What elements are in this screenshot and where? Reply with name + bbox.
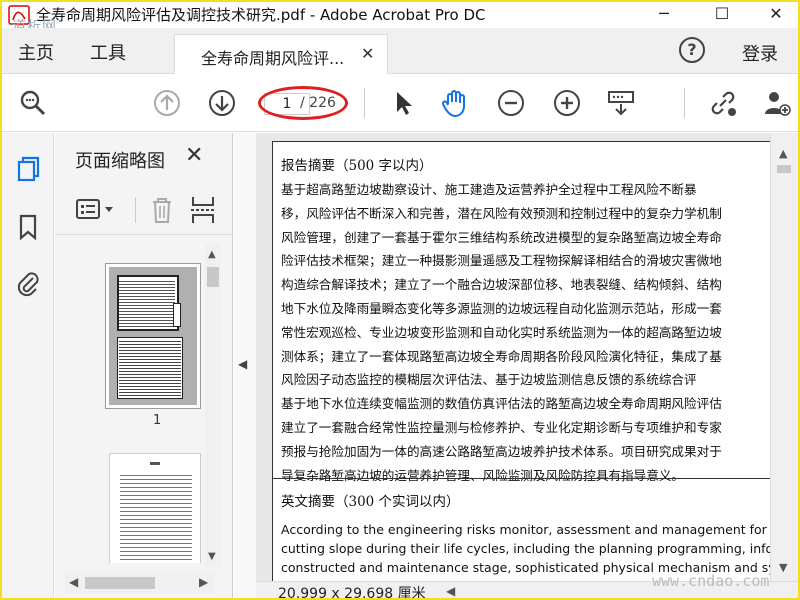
section-divider <box>273 478 770 479</box>
text-line: 险评估技术框架；建立一种摄影测量遥感及工程物探解译相结合的滑坡灾害微地 <box>281 253 722 269</box>
panel-title: 页面缩略图 <box>75 151 165 172</box>
close-window-button[interactable]: ✕ <box>756 2 796 28</box>
toolbar: 1 / 226 <box>2 74 798 132</box>
en-abstract-body: According to the engineering risks monit… <box>281 520 770 577</box>
doc-scroll-up-icon[interactable]: ▲ <box>779 147 787 160</box>
zoom-out-icon[interactable] <box>496 88 526 118</box>
page-size-readout: 20.999 x 29.698 厘米 <box>278 586 426 600</box>
document-view[interactable]: 报告摘要（500 字以内） 基于超高路堑边坡勘察设计、施工建造及运营养护全过程中… <box>256 133 770 581</box>
text-line: 地下水位及降雨量瞬态变化等多源监测的边坡远程自动化监测示范站，形成一套 <box>281 300 722 316</box>
scroll-left-arrow-icon[interactable]: ◀ <box>69 575 78 589</box>
text-line: 基于地下水位连续变幅监测的数值仿真评估法的路堑高边坡全寿命周期风险评估 <box>281 396 722 412</box>
thumbnail-list: 1 <box>55 263 205 563</box>
thumbnail-page-number: 1 <box>153 413 162 428</box>
zoom-search-icon[interactable] <box>18 88 48 118</box>
toolbar-divider <box>364 88 365 118</box>
share-link-icon[interactable] <box>708 88 738 118</box>
help-icon[interactable]: ? <box>679 37 705 63</box>
page-thumbnail-1[interactable] <box>105 263 201 409</box>
scroll-right-arrow-icon[interactable]: ▶ <box>199 575 208 589</box>
status-scroll-left-icon[interactable]: ◀ <box>446 584 455 598</box>
tab-close-icon[interactable]: ✕ <box>361 44 374 63</box>
text-line: 基于超高路堑边坡勘察设计、施工建造及运营养护全过程中工程风险不断暴 <box>281 182 697 197</box>
insert-page-icon[interactable] <box>189 195 217 225</box>
scroll-down-arrow-icon[interactable]: ▼ <box>208 551 216 562</box>
thumbnail-vertical-scrollbar[interactable]: ▲ ▼ <box>205 245 221 567</box>
cn-abstract-heading: 报告摘要（500 字以内） <box>281 158 433 174</box>
thumbnails-panel: 页面缩略图 ✕ 1 ▲ ▼ ◀ ▶ <box>55 133 233 598</box>
zoom-in-icon[interactable] <box>552 88 582 118</box>
text-line: 构造综合解译技术；建立了一个融合边坡深部位移、地表裂缝、结构倾斜、结构 <box>281 277 722 293</box>
scroll-up-arrow-icon[interactable]: ▲ <box>208 249 216 260</box>
add-user-icon[interactable] <box>762 88 792 118</box>
text-line: 移，风险评估不断深入和完善，潜在风险有效预测和控制过程中的复杂力学机制 <box>281 205 722 221</box>
app-window: 全寿命周期风险评估及调控技术研究.pdf - Adobe Acrobat Pro… <box>0 0 800 600</box>
hand-tool-icon[interactable] <box>440 88 470 118</box>
window-title: 全寿命周期风险评估及调控技术研究.pdf - Adobe Acrobat Pro… <box>36 6 486 24</box>
text-line: 预报与抢险加固为一体的高速公路路堑高边坡养护技术体系。项目研究成果对于 <box>281 443 722 459</box>
text-line: 测体系；建立了一套体现路堑高边坡全寿命周期各阶段风险演化特征，集成了基 <box>281 348 722 364</box>
delete-page-icon[interactable] <box>149 195 175 225</box>
text-line: According to the engineering risks monit… <box>281 522 770 537</box>
horizontal-scroll-thumb[interactable] <box>85 577 155 589</box>
collapse-arrow-icon[interactable]: ◀ <box>238 357 247 371</box>
thumbnail-scroll-thumb[interactable] <box>207 267 219 287</box>
page-display-icon[interactable] <box>606 88 636 118</box>
panel-close-icon[interactable]: ✕ <box>185 143 203 168</box>
bookmark-icon[interactable] <box>14 213 42 241</box>
login-button[interactable]: 登录 <box>742 40 778 66</box>
panel-toolbar-divider <box>135 197 136 223</box>
page-thumbnail-2[interactable] <box>109 453 201 563</box>
minimize-button[interactable]: ─ <box>644 2 684 28</box>
panel-collapse-handle[interactable]: ◀ <box>234 133 256 598</box>
document-tab-label: 全寿命周期风险评... <box>201 49 345 68</box>
text-line: cutting slope during their life cycles, … <box>281 541 770 556</box>
en-abstract-heading: 英文摘要（300 个实词以内） <box>281 494 460 510</box>
home-menu[interactable]: 主页 <box>18 39 54 65</box>
previous-page-icon[interactable] <box>152 88 182 118</box>
select-pointer-icon[interactable] <box>388 88 418 118</box>
text-line: 风险因子动态监控的模糊层次评估法、基于边坡监测信息反馈的系统综合评 <box>281 372 697 388</box>
next-page-icon[interactable] <box>207 88 237 118</box>
red-annotation-ellipse <box>258 86 348 120</box>
maximize-button[interactable]: ☐ <box>702 2 742 28</box>
pdf-page: 报告摘要（500 字以内） 基于超高路堑边坡勘察设计、施工建造及运营养护全过程中… <box>272 141 770 581</box>
panel-toolbar <box>55 185 233 235</box>
thumbnail-preview <box>109 267 197 405</box>
title-bar: 全寿命周期风险评估及调控技术研究.pdf - Adobe Acrobat Pro… <box>2 2 798 35</box>
attachment-icon[interactable] <box>14 269 42 297</box>
watermark-bottom-right: www.cndao.com <box>652 572 770 590</box>
text-line: 风险管理，创建了一套基于霍尔三维结构系统改进模型的复杂路堑高边坡全寿命 <box>281 229 722 245</box>
tools-menu[interactable]: 工具 <box>90 39 126 65</box>
text-line: 导复杂路堑高边坡的运营养护管理、风险监测及风险防控具有指导意义。 <box>281 467 684 483</box>
doc-scroll-down-icon[interactable]: ▼ <box>779 561 787 574</box>
toolbar-divider-2 <box>684 88 685 118</box>
document-tab[interactable]: 全寿命周期风险评... ✕ <box>174 34 388 74</box>
document-vertical-scrollbar[interactable]: ▲ ▼ <box>770 133 798 581</box>
page-thumbnails-icon[interactable] <box>14 155 42 183</box>
thumbnail-options-icon[interactable] <box>75 197 119 223</box>
text-line: 常性宏观巡检、专业边坡变形监测和自动化实时系统监测为一体的超高路堑边坡 <box>281 324 722 340</box>
thumbnail-horizontal-scrollbar[interactable]: ◀ ▶ <box>65 573 215 593</box>
cn-abstract-body: 基于超高路堑边坡勘察设计、施工建造及运营养护全过程中工程风险不断暴 移，风险评估… <box>281 178 770 487</box>
left-navigation-rail <box>2 133 54 598</box>
menu-tab-bar: 主页 工具 全寿命周期风险评... ✕ ? 登录 <box>2 28 798 74</box>
text-line: 建立了一套融合经常性监控量测与检修养护、专业化定期诊断与专项维护和专家 <box>281 419 722 435</box>
doc-scroll-thumb[interactable] <box>777 165 791 173</box>
